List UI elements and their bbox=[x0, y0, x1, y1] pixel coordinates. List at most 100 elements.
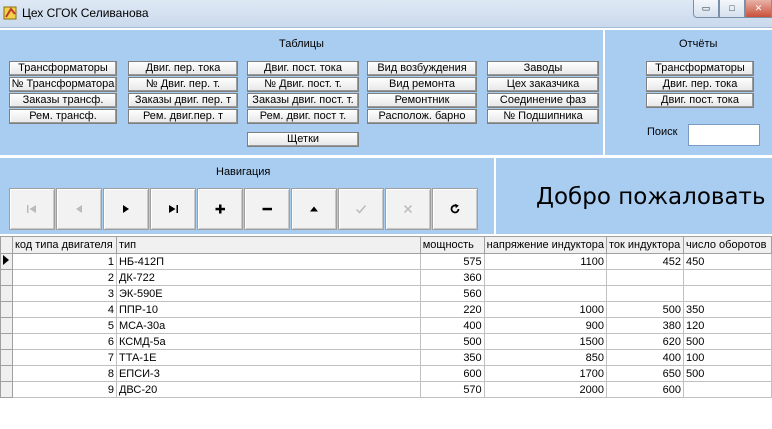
table-cell[interactable]: 450 bbox=[682, 253, 772, 270]
edit-record-button[interactable] bbox=[291, 188, 337, 230]
table-cell[interactable] bbox=[483, 285, 607, 302]
btn-transformer-orders[interactable]: Заказы трансф. bbox=[9, 93, 117, 108]
btn-customer-shop[interactable]: Цех заказчика bbox=[487, 77, 599, 92]
table-cell[interactable]: 1700 bbox=[483, 365, 607, 382]
table-cell[interactable]: ЕПСИ-3 bbox=[115, 365, 421, 382]
btn-brushes[interactable]: Щетки bbox=[247, 132, 359, 147]
table-cell[interactable]: 220 bbox=[419, 301, 485, 318]
row-selector[interactable] bbox=[0, 349, 13, 366]
next-record-button[interactable] bbox=[103, 188, 149, 230]
table-cell[interactable]: 500 bbox=[605, 301, 684, 318]
row-selector[interactable] bbox=[0, 365, 13, 382]
row-selector[interactable] bbox=[0, 285, 13, 302]
table-row[interactable]: 6 КСМД-5а 500 1500 620 500 bbox=[0, 333, 772, 350]
table-cell[interactable] bbox=[682, 285, 772, 302]
table-cell[interactable]: 400 bbox=[419, 317, 485, 334]
previous-record-button[interactable] bbox=[56, 188, 102, 230]
table-cell[interactable]: КСМД-5а bbox=[115, 333, 421, 350]
table-cell[interactable]: 600 bbox=[605, 381, 684, 398]
report-transformers-button[interactable]: Трансформаторы bbox=[646, 61, 754, 76]
first-record-button[interactable] bbox=[9, 188, 55, 230]
table-cell[interactable]: 5 bbox=[11, 317, 117, 334]
refresh-button[interactable] bbox=[432, 188, 478, 230]
table-row[interactable]: 4 ППР-10 220 1000 500 350 bbox=[0, 301, 772, 318]
table-cell[interactable]: 575 bbox=[419, 253, 485, 270]
table-cell[interactable]: 3 bbox=[11, 285, 117, 302]
table-cell[interactable]: 7 bbox=[11, 349, 117, 366]
table-cell[interactable]: НБ-412П bbox=[115, 253, 421, 270]
table-cell[interactable]: 350 bbox=[419, 349, 485, 366]
table-cell[interactable]: 1500 bbox=[483, 333, 607, 350]
table-cell[interactable]: 1000 bbox=[483, 301, 607, 318]
post-record-button[interactable] bbox=[338, 188, 384, 230]
table-cell[interactable]: 2000 bbox=[483, 381, 607, 398]
table-cell[interactable]: 500 bbox=[682, 365, 772, 382]
row-selector[interactable] bbox=[0, 381, 13, 398]
table-cell[interactable]: 1 bbox=[11, 253, 117, 270]
table-cell[interactable]: 8 bbox=[11, 365, 117, 382]
btn-dc-motor-number[interactable]: № Двиг. пост. т. bbox=[247, 77, 359, 92]
column-header-type[interactable]: тип bbox=[115, 236, 421, 254]
table-cell[interactable]: ЭК-590Е bbox=[115, 285, 421, 302]
btn-excitation-type[interactable]: Вид возбуждения bbox=[367, 61, 477, 76]
table-cell[interactable]: 9 bbox=[11, 381, 117, 398]
btn-transformer-repairs[interactable]: Рем. трансф. bbox=[9, 109, 117, 124]
btn-drum-location[interactable]: Располож. барно bbox=[367, 109, 477, 124]
table-cell[interactable] bbox=[605, 269, 684, 286]
btn-dc-motor-repairs[interactable]: Рем. двиг. пост т. bbox=[247, 109, 359, 124]
btn-ac-motor-orders[interactable]: Заказы двиг. пер. т bbox=[128, 93, 238, 108]
table-cell[interactable]: 2 bbox=[11, 269, 117, 286]
table-cell[interactable] bbox=[483, 269, 607, 286]
column-header-motor-type-code[interactable]: код типа двигателя bbox=[11, 236, 117, 254]
btn-transformers[interactable]: Трансформаторы bbox=[9, 61, 117, 76]
column-header-power[interactable]: мощность bbox=[419, 236, 485, 254]
table-row[interactable]: 3 ЭК-590Е 560 bbox=[0, 285, 772, 302]
row-selector[interactable] bbox=[0, 317, 13, 334]
table-row[interactable]: 9 ДВС-20 570 2000 600 bbox=[0, 381, 772, 398]
btn-ac-motors[interactable]: Двиг. пер. тока bbox=[128, 61, 238, 76]
table-cell[interactable]: 620 bbox=[605, 333, 684, 350]
btn-dc-motor-orders[interactable]: Заказы двиг. пост. т. bbox=[247, 93, 359, 108]
table-cell[interactable]: 360 bbox=[419, 269, 485, 286]
table-cell[interactable]: 380 bbox=[605, 317, 684, 334]
table-cell[interactable]: 560 bbox=[419, 285, 485, 302]
row-selector[interactable] bbox=[0, 253, 13, 270]
table-cell[interactable]: 4 bbox=[11, 301, 117, 318]
table-row[interactable]: 7 ТТА-1Е 350 850 400 100 bbox=[0, 349, 772, 366]
table-cell[interactable]: 850 bbox=[483, 349, 607, 366]
btn-ac-motor-number[interactable]: № Двиг. пер. т. bbox=[128, 77, 238, 92]
btn-repair-type[interactable]: Вид ремонта bbox=[367, 77, 477, 92]
table-cell[interactable]: 600 bbox=[419, 365, 485, 382]
btn-plants[interactable]: Заводы bbox=[487, 61, 599, 76]
table-cell[interactable]: 120 bbox=[682, 317, 772, 334]
cancel-record-button[interactable] bbox=[385, 188, 431, 230]
table-cell[interactable]: ДК-722 bbox=[115, 269, 421, 286]
table-cell[interactable]: 350 bbox=[682, 301, 772, 318]
table-cell[interactable]: 400 bbox=[605, 349, 684, 366]
btn-repairman[interactable]: Ремонтник bbox=[367, 93, 477, 108]
table-cell[interactable]: 900 bbox=[483, 317, 607, 334]
table-cell[interactable] bbox=[605, 285, 684, 302]
table-cell[interactable]: 570 bbox=[419, 381, 485, 398]
data-grid[interactable]: код типа двигателя тип мощность напряжен… bbox=[0, 236, 772, 429]
table-cell[interactable]: ТТА-1Е bbox=[115, 349, 421, 366]
btn-transformer-number[interactable]: № Трансформатора bbox=[9, 77, 117, 92]
table-cell[interactable]: 500 bbox=[682, 333, 772, 350]
table-cell[interactable]: 650 bbox=[605, 365, 684, 382]
row-selector[interactable] bbox=[0, 333, 13, 350]
table-cell[interactable]: МСА-30а bbox=[115, 317, 421, 334]
btn-bearing-number[interactable]: № Подшипника bbox=[487, 109, 599, 124]
table-row[interactable]: 5 МСА-30а 400 900 380 120 bbox=[0, 317, 772, 334]
table-cell[interactable]: ППР-10 bbox=[115, 301, 421, 318]
btn-ac-motor-repairs[interactable]: Рем. двиг.пер. т bbox=[128, 109, 238, 124]
btn-dc-motors[interactable]: Двиг. пост. тока bbox=[247, 61, 359, 76]
table-cell[interactable]: 100 bbox=[682, 349, 772, 366]
add-record-button[interactable] bbox=[197, 188, 243, 230]
close-button[interactable]: ✕ bbox=[745, 0, 772, 18]
table-row[interactable]: 2 ДК-722 360 bbox=[0, 269, 772, 286]
table-row[interactable]: 1 НБ-412П 575 1100 452 450 bbox=[0, 253, 772, 270]
table-cell[interactable] bbox=[682, 381, 772, 398]
column-header-rpm[interactable]: число оборотов bbox=[682, 236, 772, 254]
table-cell[interactable] bbox=[682, 269, 772, 286]
report-dc-motors-button[interactable]: Двиг. пост. тока bbox=[646, 93, 754, 108]
